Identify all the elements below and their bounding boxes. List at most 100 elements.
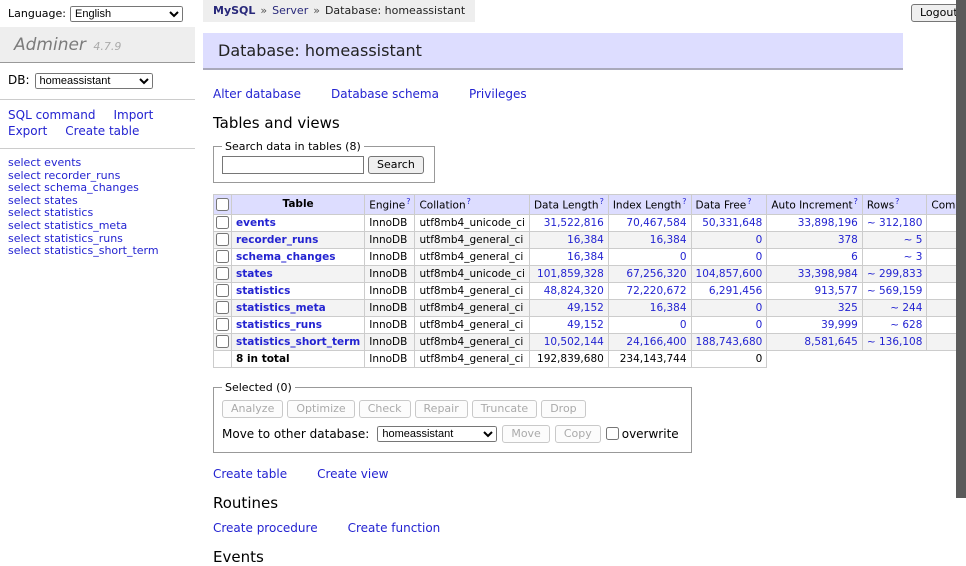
data-free-link[interactable]: 50,331,648 [702,217,762,229]
index-length-link[interactable]: 16,384 [650,234,687,246]
link-create-view[interactable]: Create view [317,467,388,481]
row-checkbox[interactable] [216,318,229,331]
overwrite-label[interactable]: overwrite [622,427,679,441]
bulk-analyze-button[interactable]: Analyze [222,400,283,418]
sidebar-action-sql-command[interactable]: SQL command [8,108,95,122]
subnav-database-schema[interactable]: Database schema [331,87,439,101]
sidebar-item-select-schema-changes[interactable]: select schema_changes [8,182,195,195]
overwrite-checkbox[interactable] [606,427,619,440]
select-all-checkbox[interactable] [216,198,229,211]
rows-link[interactable]: ~ 312,180 [867,217,923,229]
sidebar-item-select-statistics-meta[interactable]: select statistics_meta [8,220,195,233]
subnav-privileges[interactable]: Privileges [469,87,527,101]
table-link-statistics-meta[interactable]: statistics_meta [236,302,326,314]
table-link-statistics[interactable]: statistics [236,285,290,297]
table-link-schema-changes[interactable]: schema_changes [236,251,336,263]
index-length-link[interactable]: 67,256,320 [626,268,686,280]
data-length-link[interactable]: 101,859,328 [537,268,604,280]
table-link-statistics-runs[interactable]: statistics_runs [236,319,322,331]
bulk-drop-button[interactable]: Drop [541,400,585,418]
data-free-link[interactable]: 188,743,680 [696,336,763,348]
index-length-link[interactable]: 16,384 [650,302,687,314]
breadcrumb-item-mysql[interactable]: MySQL [213,4,255,17]
index-length-link[interactable]: 0 [680,251,687,263]
index-length-link[interactable]: 0 [680,319,687,331]
auto-increment-link[interactable]: 913,577 [814,285,857,297]
bulk-optimize-button[interactable]: Optimize [287,400,354,418]
rows-link[interactable]: ~ 5 [904,234,923,246]
help-icon[interactable]: ? [895,197,899,206]
bulk-check-button[interactable]: Check [359,400,411,418]
help-icon[interactable]: ? [682,197,686,206]
auto-increment-link[interactable]: 378 [838,234,858,246]
row-checkbox[interactable] [216,335,229,348]
link-create-table[interactable]: Create table [213,467,287,481]
bulk-truncate-button[interactable]: Truncate [472,400,537,418]
row-checkbox[interactable] [216,267,229,280]
auto-increment-link[interactable]: 33,898,196 [798,217,858,229]
language-select[interactable]: English [70,6,183,22]
search-input[interactable] [222,156,364,174]
auto-increment-link[interactable]: 6 [851,251,858,263]
move-db-select[interactable]: homeassistant [377,426,497,442]
rows-link[interactable]: ~ 628 [890,319,922,331]
sidebar-item-select-events[interactable]: select events [8,157,195,170]
data-length-link[interactable]: 48,824,320 [544,285,604,297]
help-icon[interactable]: ? [854,197,858,206]
rows-link[interactable]: ~ 244 [890,302,922,314]
data-length-link[interactable]: 10,502,144 [544,336,604,348]
db-select[interactable]: homeassistant [35,73,153,89]
data-free-link[interactable]: 0 [756,319,763,331]
index-length-link[interactable]: 24,166,400 [626,336,686,348]
data-length-link[interactable]: 49,152 [567,302,604,314]
data-length-link[interactable]: 49,152 [567,319,604,331]
data-free-link[interactable]: 104,857,600 [696,268,763,280]
auto-increment-link[interactable]: 33,398,984 [798,268,858,280]
scrollbar-thumb[interactable] [956,0,966,498]
index-length-link[interactable]: 72,220,672 [626,285,686,297]
table-link-statistics-short-term[interactable]: statistics_short_term [236,336,360,348]
data-free-link[interactable]: 0 [756,234,763,246]
row-checkbox[interactable] [216,284,229,297]
sidebar-action-export[interactable]: Export [8,124,47,138]
bulk-repair-button[interactable]: Repair [415,400,468,418]
sidebar-action-import[interactable]: Import [113,108,153,122]
help-icon[interactable]: ? [467,197,471,206]
rows-link[interactable]: ~ 136,108 [867,336,923,348]
scrollbar[interactable] [956,0,966,543]
data-free-link[interactable]: 6,291,456 [709,285,762,297]
help-icon[interactable]: ? [747,197,751,206]
data-free-link[interactable]: 0 [756,251,763,263]
data-length-link[interactable]: 16,384 [567,251,604,263]
auto-increment-link[interactable]: 8,581,645 [804,336,857,348]
auto-increment-link[interactable]: 325 [838,302,858,314]
subnav-alter-database[interactable]: Alter database [213,87,301,101]
table-link-recorder-runs[interactable]: recorder_runs [236,234,318,246]
copy-button[interactable]: Copy [555,425,601,443]
breadcrumb-item-server[interactable]: Server [272,4,308,17]
search-button[interactable]: Search [368,156,424,174]
data-length-link[interactable]: 16,384 [567,234,604,246]
row-checkbox[interactable] [216,250,229,263]
link-create-function[interactable]: Create function [348,521,441,535]
data-length-link[interactable]: 31,522,816 [544,217,604,229]
row-checkbox[interactable] [216,301,229,314]
table-link-states[interactable]: states [236,268,273,280]
link-create-procedure[interactable]: Create procedure [213,521,318,535]
table-row: statisticsInnoDButf8mb4_general_ci48,824… [214,282,966,299]
rows-link[interactable]: ~ 299,833 [867,268,923,280]
auto-increment-link[interactable]: 39,999 [821,319,858,331]
help-icon[interactable]: ? [406,197,410,206]
move-button[interactable]: Move [502,425,550,443]
row-checkbox[interactable] [216,216,229,229]
row-checkbox[interactable] [216,233,229,246]
data-free-link[interactable]: 0 [756,302,763,314]
help-icon[interactable]: ? [600,197,604,206]
sidebar-action-create-table[interactable]: Create table [65,124,139,138]
index-length-link[interactable]: 70,467,584 [626,217,686,229]
rows-link[interactable]: ~ 3 [904,251,923,263]
rows-link[interactable]: ~ 569,159 [867,285,923,297]
sidebar-item-select-statistics-short-term[interactable]: select statistics_short_term [8,245,195,258]
table-link-events[interactable]: events [236,217,276,229]
row-checkbox-cell [214,333,232,350]
